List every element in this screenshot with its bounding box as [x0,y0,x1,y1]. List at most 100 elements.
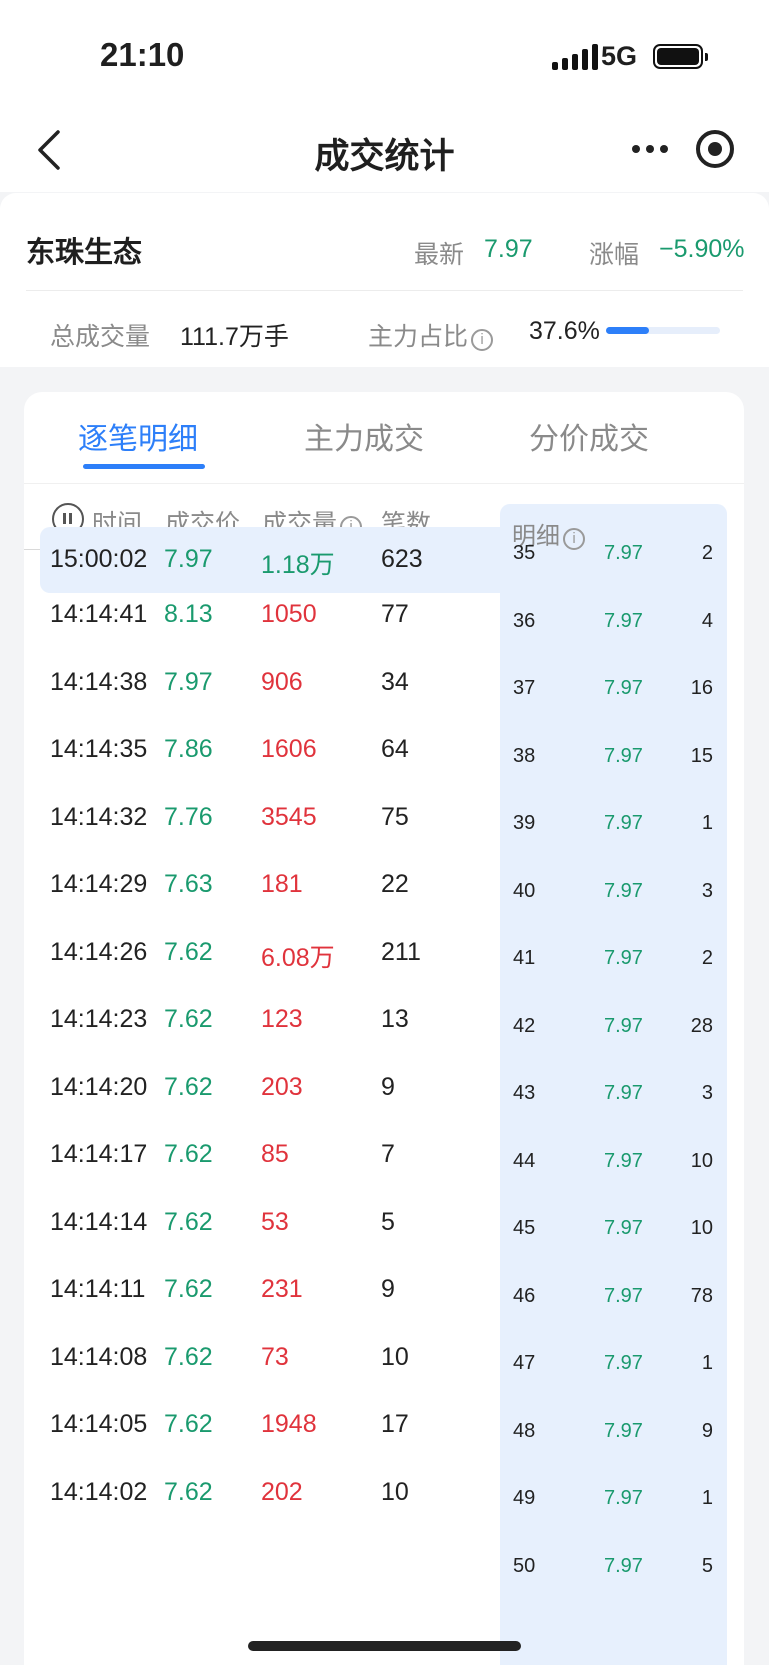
detail-row: 43 7.97 3 [500,1082,727,1154]
close-miniprogram-icon[interactable] [696,130,734,168]
cell-volume: 203 [261,1072,303,1101]
table-row[interactable]: 14:14:17 7.62 85 7 [40,1122,500,1188]
active-tab-indicator [83,464,205,469]
cell-time: 14:14:05 [50,1410,148,1438]
cell-price: 8.13 [164,600,213,628]
detail-index: 39 [513,812,536,834]
detail-index: 35 [513,542,536,564]
cell-time: 14:14:11 [50,1275,146,1303]
detail-row: 42 7.97 28 [500,1015,727,1087]
table-row[interactable]: 14:14:38 7.97 906 34 [40,650,500,716]
detail-price: 7.97 [604,947,643,969]
detail-row: 47 7.97 1 [500,1352,727,1424]
main-ratio-label: 主力占比 i [368,317,494,353]
detail-row: 48 7.97 9 [500,1420,727,1492]
detail-row: 45 7.97 10 [500,1217,727,1289]
detail-index: 40 [513,879,536,902]
cell-price: 7.62 [164,1207,213,1236]
detail-panel[interactable]: 明细 i 35 7.97 2 36 7.97 4 37 7.97 16 38 7.97 15 39 7.97… [500,504,727,1665]
detail-count: 1 [701,1487,713,1509]
table-row[interactable]: 14:14:23 7.62 123 13 [40,987,500,1053]
detail-price: 7.97 [604,812,643,834]
main-ratio-label-text: 主力占比 [368,323,469,351]
cell-time: 14:14:23 [50,1005,148,1033]
detail-count: 15 [690,744,713,767]
table-row[interactable]: 14:14:14 7.62 53 5 [40,1190,500,1256]
cell-count: 5 [381,1207,395,1236]
detail-index: 37 [513,677,536,699]
detail-index: 36 [513,609,536,632]
detail-row: 37 7.97 16 [500,677,727,749]
trade-card: 逐笔明细 主力成交 分价成交 时间 成交价 成交量i 笔数 15:00:027.… [24,392,744,1665]
detail-count: 16 [690,677,713,699]
more-icon[interactable] [632,134,672,164]
detail-price: 7.97 [604,1149,643,1172]
cell-count: 9 [381,1072,395,1101]
cell-count: 22 [381,870,409,898]
change-label: 涨幅 [589,241,640,269]
signal-icon [552,44,598,70]
detail-price: 7.97 [604,1217,643,1239]
detail-count: 1 [701,1352,713,1374]
table-row[interactable]: 14:14:11 7.62 231 9 [40,1257,500,1323]
cell-time: 14:14:26 [50,937,148,966]
detail-count: 1 [701,812,713,834]
cell-count: 9 [381,1275,395,1303]
tab-price-distribution[interactable]: 分价成交 [529,414,649,458]
cell-count: 7 [381,1140,395,1168]
tab-bar: 逐笔明细 主力成交 分价成交 [24,392,744,484]
detail-price: 7.97 [604,1352,643,1374]
detail-count: 3 [701,1082,713,1104]
total-volume-label: 总成交量 [50,323,151,351]
cell-price: 7.62 [164,1275,213,1303]
info-icon[interactable]: i [471,329,494,351]
cell-volume: 231 [261,1275,303,1303]
detail-row: 44 7.97 10 [500,1150,727,1222]
cell-price: 7.63 [164,870,213,898]
detail-count: 10 [690,1149,713,1172]
table-row[interactable]: 14:14:32 7.76 3545 75 [40,785,500,851]
detail-count: 4 [701,609,713,632]
cell-volume: 1050 [261,600,317,628]
table-row[interactable]: 14:14:29 7.63 181 22 [40,852,500,918]
cell-time: 14:14:35 [50,735,148,763]
cell-price: 7.62 [164,1140,213,1168]
cell-volume: 85 [261,1140,289,1168]
table-row[interactable]: 14:14:05 7.62 1948 17 [40,1392,500,1458]
cell-time: 15:00:02 [50,545,148,573]
detail-price: 7.97 [604,1554,643,1577]
status-bar: 21:10 5G [0,0,769,110]
table-row[interactable]: 14:14:41 8.13 1050 77 [40,582,500,648]
table-row[interactable]: 14:14:35 7.86 1606 64 [40,717,500,783]
detail-price: 7.97 [604,744,643,767]
detail-index: 41 [513,947,536,969]
cell-count: 64 [381,735,409,763]
cell-price: 7.97 [164,545,213,573]
tab-tick-detail[interactable]: 逐笔明细 [78,414,198,458]
detail-price: 7.97 [604,1014,643,1037]
cell-volume: 3545 [261,802,317,831]
cell-price: 7.62 [164,1477,213,1506]
cell-price: 7.86 [164,735,213,763]
cell-volume: 1.18万 [261,551,335,579]
cell-volume: 202 [261,1477,303,1506]
table-row[interactable]: 14:14:20 7.62 203 9 [40,1055,500,1121]
main-ratio-bar [606,327,720,334]
cell-count: 623 [381,545,423,573]
detail-count: 3 [701,879,713,902]
cell-volume: 906 [261,667,303,696]
detail-price: 7.97 [604,1419,643,1442]
detail-row: 49 7.97 1 [500,1487,727,1559]
table-row[interactable]: 14:14:26 7.62 6.08万 211 [40,920,500,986]
home-indicator[interactable] [248,1641,521,1651]
cell-volume: 1606 [261,735,317,763]
cell-volume: 73 [261,1342,289,1371]
detail-index: 48 [513,1419,536,1442]
tab-main-force[interactable]: 主力成交 [304,414,424,458]
table-row[interactable]: 14:14:02 7.62 202 10 [40,1460,500,1526]
cell-count: 77 [381,600,409,628]
cell-price: 7.97 [164,667,213,696]
cell-time: 14:14:20 [50,1072,148,1101]
detail-price: 7.97 [604,879,643,902]
table-row[interactable]: 14:14:08 7.62 73 10 [40,1325,500,1391]
